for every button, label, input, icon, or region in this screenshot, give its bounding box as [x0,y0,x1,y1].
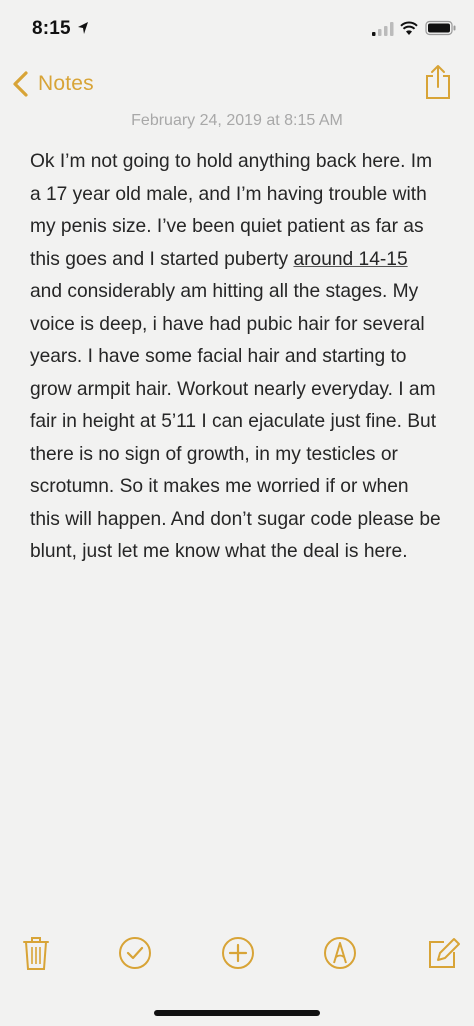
back-button[interactable]: Notes [10,68,94,100]
trash-icon[interactable] [18,934,54,972]
note-detected-link[interactable]: around 14-15 [293,249,407,270]
bottom-toolbar [0,934,474,978]
status-bar: 8:15 [0,0,474,56]
battery-icon [425,20,456,36]
chevron-left-icon [13,71,28,97]
nav-bar: Notes [0,58,474,108]
wifi-icon [400,21,418,35]
compose-icon[interactable] [424,934,460,972]
add-icon[interactable] [220,934,256,972]
location-arrow-icon [78,22,88,34]
home-indicator[interactable] [154,1010,320,1016]
checklist-icon[interactable] [117,934,153,972]
note-body[interactable]: Ok I’m not going to hold anything back h… [30,146,442,569]
note-date: February 24, 2019 at 8:15 AM [131,112,343,129]
cellular-signal-icon [372,22,394,36]
markup-icon[interactable] [322,934,358,972]
share-icon[interactable] [424,64,452,100]
note-text-part-2: and considerably am hitting all the stag… [30,281,441,562]
status-time: 8:15 [32,18,71,39]
back-button-label: Notes [38,72,94,95]
